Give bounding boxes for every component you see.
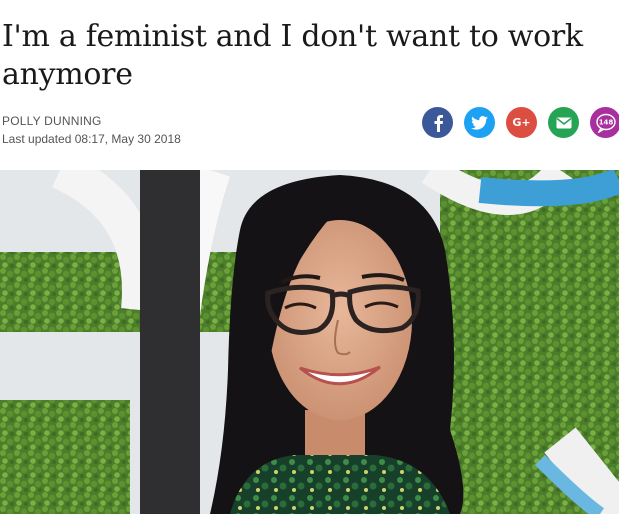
article-headline: I'm a feminist and I don't want to work … bbox=[2, 19, 583, 92]
author-byline[interactable]: POLLY DUNNING bbox=[2, 114, 102, 128]
last-updated: Last updated 08:17, May 30 2018 bbox=[2, 132, 181, 146]
comment-bubble-icon: 148 bbox=[595, 113, 616, 133]
hero-photo[interactable] bbox=[0, 170, 619, 514]
facebook-icon bbox=[434, 114, 443, 132]
twitter-share-button[interactable] bbox=[464, 107, 495, 138]
googleplus-icon: G+ bbox=[512, 116, 531, 129]
googleplus-share-button[interactable]: G+ bbox=[506, 107, 537, 138]
email-share-button[interactable] bbox=[548, 107, 579, 138]
comments-count: 148 bbox=[598, 118, 613, 126]
share-bar: G+ 148 bbox=[422, 107, 619, 139]
hero-photo-illustration bbox=[0, 170, 619, 514]
twitter-icon bbox=[471, 115, 488, 130]
facebook-share-button[interactable] bbox=[422, 107, 453, 138]
comments-button[interactable]: 148 bbox=[590, 107, 619, 138]
email-icon bbox=[556, 117, 571, 128]
